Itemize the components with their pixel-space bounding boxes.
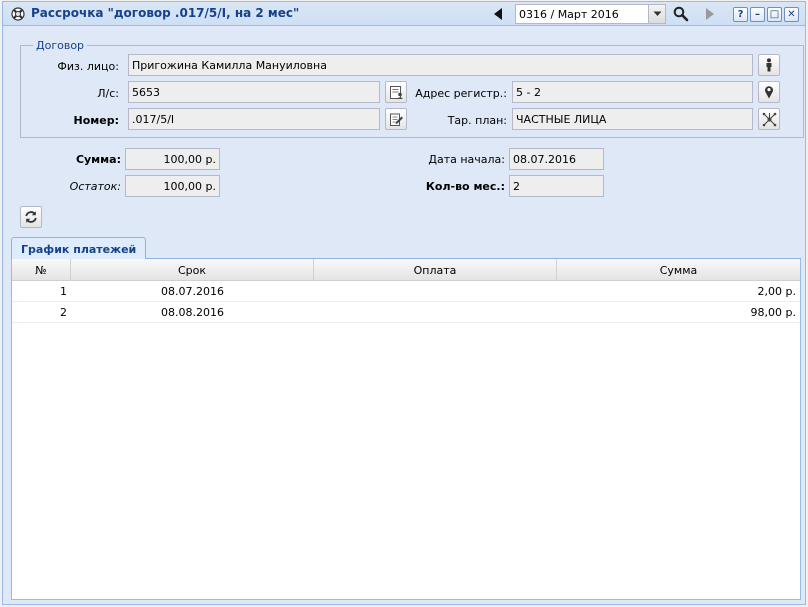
close-button[interactable]: ✕ xyxy=(784,7,799,22)
tab-payment-schedule[interactable]: График платежей xyxy=(11,237,147,259)
minimize-icon: – xyxy=(755,8,760,20)
person-button[interactable] xyxy=(758,54,780,76)
months-field: 2 xyxy=(509,175,604,197)
maximize-icon: □ xyxy=(769,8,780,20)
term-cell: 08.07.2016 xyxy=(161,285,224,298)
help-button[interactable]: ? xyxy=(733,7,748,22)
minimize-button[interactable]: – xyxy=(750,7,765,22)
number-label: Номер: xyxy=(73,114,120,127)
address-label: Адрес регистр.: xyxy=(415,87,507,100)
help-icon: ? xyxy=(737,8,744,20)
start-date-field: 08.07.2016 xyxy=(509,148,604,170)
tariff-button[interactable] xyxy=(758,108,780,130)
next-period-button[interactable] xyxy=(700,4,720,24)
row-number-cell: 2 xyxy=(60,306,67,319)
payment-cell xyxy=(314,302,557,322)
period-select[interactable]: 0316 / Март 2016 xyxy=(515,4,666,24)
column-header-payment[interactable]: Оплата xyxy=(314,259,557,280)
table-row[interactable]: 1 08.07.2016 2,00 р. xyxy=(12,281,800,302)
term-cell: 08.08.2016 xyxy=(161,306,224,319)
grid-header: № Срок Оплата Сумма xyxy=(12,259,800,281)
map-pin-icon xyxy=(765,86,773,99)
account-card-button[interactable] xyxy=(385,81,407,103)
row-number-cell: 1 xyxy=(60,285,67,298)
rest-label: Остаток: xyxy=(69,180,121,193)
number-field[interactable]: .017/5/I xyxy=(128,108,380,130)
sum-label: Сумма: xyxy=(75,153,121,166)
column-header-amount[interactable]: Сумма xyxy=(557,259,800,280)
months-label: Кол-во мес.: xyxy=(425,180,505,193)
window-title: Рассрочка "договор .017/5/I, на 2 мес" xyxy=(31,6,300,20)
tariff-label: Тар. план: xyxy=(447,114,507,127)
tab-strip: График платежей xyxy=(11,236,801,259)
table-row[interactable]: 2 08.08.2016 98,00 р. xyxy=(12,302,800,323)
search-icon xyxy=(673,6,689,22)
person-label: Физ. лицо: xyxy=(57,60,119,73)
close-icon: ✕ xyxy=(787,8,796,20)
person-field[interactable]: Пригожина Камилла Мануиловна xyxy=(128,54,753,76)
tariff-field[interactable]: ЧАСТНЫЕ ЛИЦА xyxy=(512,108,753,130)
maximize-button[interactable]: □ xyxy=(767,7,782,22)
contract-legend: Договор xyxy=(33,39,88,52)
column-header-term[interactable]: Срок xyxy=(71,259,314,280)
chevron-down-icon xyxy=(653,11,661,16)
rest-field: 100,00 р. xyxy=(125,175,220,197)
arrow-right-icon xyxy=(706,8,714,20)
payment-cell xyxy=(314,281,557,301)
amount-cell: 98,00 р. xyxy=(750,306,796,319)
account-label: Л/с: xyxy=(97,87,119,100)
address-field[interactable]: 5 - 2 xyxy=(512,81,753,103)
refresh-button[interactable] xyxy=(20,206,42,228)
column-header-number[interactable]: № xyxy=(12,259,71,280)
period-dropdown-trigger[interactable] xyxy=(648,5,665,23)
installment-window: Рассрочка "договор .017/5/I, на 2 мес" 0… xyxy=(2,1,806,605)
refresh-icon xyxy=(25,211,37,223)
account-card-icon xyxy=(389,85,403,99)
person-icon xyxy=(766,58,772,72)
previous-period-button[interactable] xyxy=(488,4,508,24)
payment-schedule-grid: № Срок Оплата Сумма 1 08.07.2016 2,00 р.… xyxy=(11,259,801,600)
sum-field: 100,00 р. xyxy=(125,148,220,170)
lifebuoy-icon xyxy=(11,7,25,21)
contract-fieldset: Договор Физ. лицо: Пригожина Камилла Ман… xyxy=(20,39,804,138)
account-field[interactable]: 5653 xyxy=(128,81,380,103)
start-date-label: Дата начала: xyxy=(428,153,505,166)
search-button[interactable] xyxy=(671,4,691,24)
period-value: 0316 / Март 2016 xyxy=(519,8,619,21)
address-button[interactable] xyxy=(758,81,780,103)
network-icon xyxy=(762,112,776,126)
title-bar: Рассрочка "договор .017/5/I, на 2 мес" 0… xyxy=(3,2,805,26)
amount-cell: 2,00 р. xyxy=(757,285,796,298)
edit-number-button[interactable] xyxy=(385,108,407,130)
edit-document-icon xyxy=(389,113,403,126)
arrow-left-icon xyxy=(494,8,502,20)
